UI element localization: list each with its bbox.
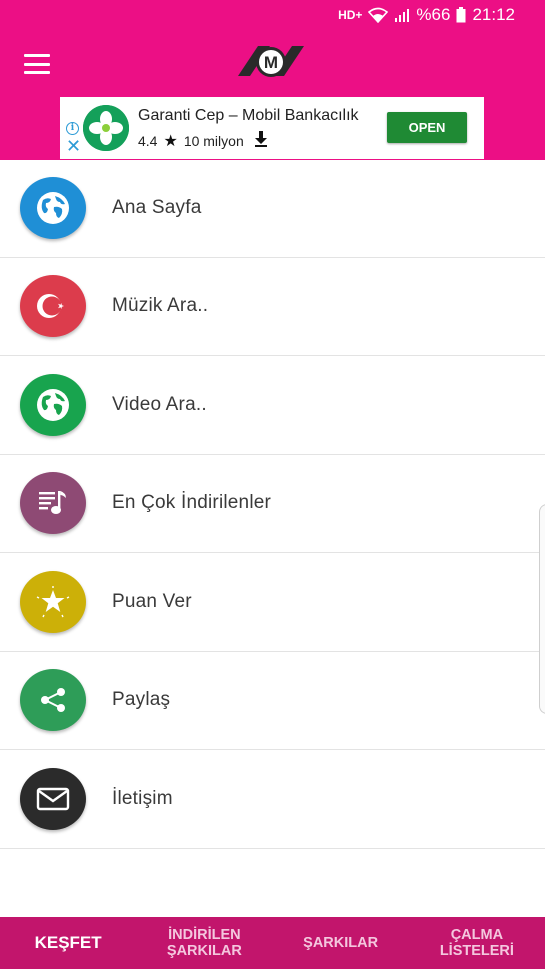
tab-label: İNDİRİLEN ŞARKILAR [166,927,242,959]
turkish-flag-icon [20,275,86,338]
ad-rating: 4.4 [138,133,158,149]
network-type: HD+ [338,8,363,22]
menu-item-label: Müzik Ara.. [112,295,209,317]
ad-banner[interactable]: i ✕ Garanti Cep – Mobil Bankacılık 4.4 ★… [60,97,484,159]
menu-item-contact[interactable]: İletişim [0,750,545,849]
ad-meta: 4.4 ★ 10 milyon [138,131,268,151]
music-list-icon [20,472,86,535]
bottom-nav: KEŞFET İNDİRİLEN ŞARKILAR ŞARKILAR ÇALMA… [0,917,545,969]
tab-label: KEŞFET [34,933,102,952]
tab-discover[interactable]: KEŞFET [0,917,136,969]
tab-downloaded-songs[interactable]: İNDİRİLEN ŞARKILAR [136,917,272,969]
menu-item-label: Ana Sayfa [112,196,202,218]
battery-percent: %66 [416,5,451,24]
app-logo: M [236,40,306,84]
download-icon [254,131,268,151]
menu-item-label: Puan Ver [112,590,192,612]
mail-icon [20,767,86,830]
menu-item-rate[interactable]: Puan Ver [0,553,545,652]
ad-title: Garanti Cep – Mobil Bankacılık [138,107,359,124]
status-bar: HD+ %66 21:12 [0,0,545,30]
globe-icon [20,176,86,239]
star-icon [20,570,86,633]
clock: 21:12 [472,5,515,24]
menu-item-home[interactable]: Ana Sayfa [0,159,545,258]
svg-text:M: M [264,53,278,72]
clover-logo-icon [83,105,129,151]
menu-item-most-downloaded[interactable]: En Çok İndirilenler [0,455,545,553]
tab-playlists[interactable]: ÇALMA LİSTELERİ [409,917,545,969]
drawer-menu-list: Ana Sayfa Müzik Ara.. Video Ara.. En Çok… [0,159,545,849]
menu-item-video-search[interactable]: Video Ara.. [0,356,545,455]
ad-installs: 10 milyon [183,133,244,149]
hamburger-menu-icon[interactable] [24,54,50,74]
menu-item-music-search[interactable]: Müzik Ara.. [0,258,545,356]
wifi-icon [368,7,389,23]
menu-item-label: İletişim [112,787,173,809]
signal-icon [394,7,410,23]
menu-item-label: Video Ara.. [112,393,207,415]
star-icon: ★ [163,133,178,150]
menu-item-share[interactable]: Paylaş [0,652,545,750]
menu-item-label: En Çok İndirilenler [112,492,272,514]
ad-info-icon[interactable]: i [66,122,79,135]
scroll-handle[interactable] [539,504,545,714]
share-icon [20,669,86,732]
menu-item-label: Paylaş [112,689,171,711]
tab-songs[interactable]: ŞARKILAR [273,917,409,969]
ad-close-icon[interactable]: ✕ [66,137,81,155]
tab-label: ŞARKILAR [303,935,379,951]
ad-open-button[interactable]: OPEN [387,112,467,143]
globe-icon [20,373,86,436]
battery-icon [456,7,466,23]
tab-label: ÇALMA LİSTELERİ [439,927,514,959]
